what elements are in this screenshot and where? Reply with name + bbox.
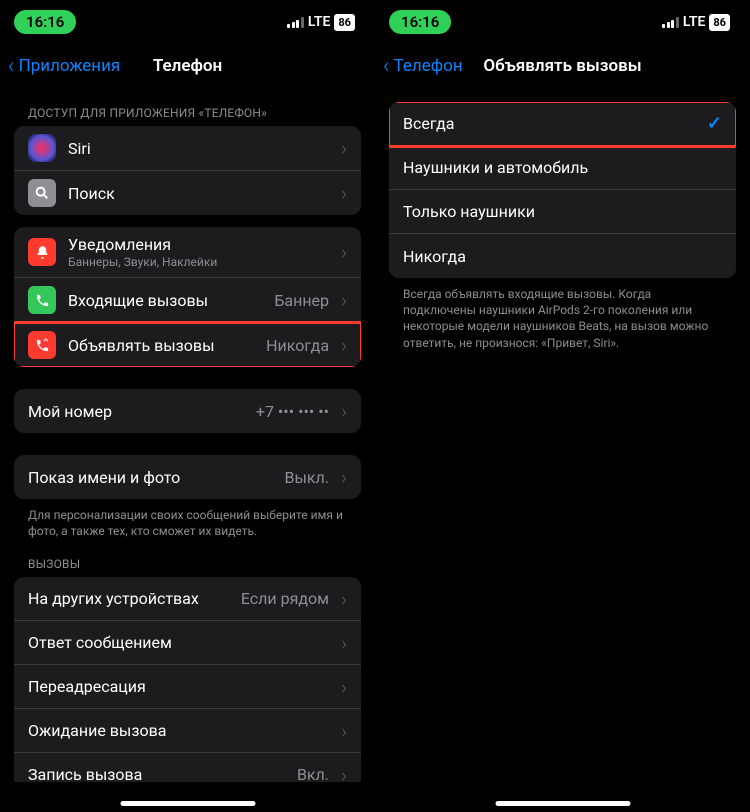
- nav-header: ‹ Телефон Объявлять вызовы: [375, 44, 750, 88]
- group-name-photo: Показ имени и фото Выкл. ›: [14, 455, 361, 499]
- row-label: Только наушники: [403, 202, 722, 221]
- option-headphones-car[interactable]: Наушники и автомобиль: [389, 146, 736, 190]
- status-time: 16:16: [14, 10, 76, 34]
- row-name-photo[interactable]: Показ имени и фото Выкл. ›: [14, 455, 361, 499]
- group-my-number: Мой номер +7 ••• ••• •• ›: [14, 389, 361, 433]
- row-forwarding[interactable]: Переадресация ›: [14, 665, 361, 709]
- row-value: Если рядом: [241, 589, 329, 608]
- row-label: Запись вызова: [28, 765, 285, 782]
- bell-icon: [28, 238, 56, 266]
- chevron-right-icon: ›: [341, 181, 347, 205]
- row-value: Никогда: [266, 336, 329, 355]
- row-label: Переадресация: [28, 677, 329, 696]
- row-label: Siri: [68, 139, 329, 158]
- row-label: Поиск: [68, 184, 329, 203]
- row-sublabel: Баннеры, Звуки, Наклейки: [68, 255, 329, 269]
- row-search[interactable]: Поиск ›: [14, 171, 361, 215]
- phone-incoming-icon: [28, 286, 56, 314]
- chevron-right-icon: ›: [341, 136, 347, 160]
- status-right: LTE 86: [662, 14, 730, 31]
- signal-icon: [287, 17, 304, 28]
- row-label: Мой номер: [28, 402, 244, 421]
- row-value: Баннер: [274, 291, 329, 310]
- home-indicator[interactable]: [120, 801, 255, 806]
- network-label: LTE: [308, 14, 330, 30]
- search-icon: [28, 179, 56, 207]
- section-header-calls: ВЫЗОВЫ: [14, 539, 361, 577]
- chevron-right-icon: ›: [341, 587, 347, 611]
- row-value: Вкл.: [297, 765, 329, 782]
- row-label: Всегда: [403, 114, 695, 133]
- status-time: 16:16: [389, 10, 451, 34]
- back-label: Телефон: [394, 56, 463, 76]
- row-label: Ответ сообщением: [28, 633, 329, 652]
- option-headphones-only[interactable]: Только наушники: [389, 190, 736, 234]
- row-label: Наушники и автомобиль: [403, 158, 722, 177]
- chevron-left-icon: ‹: [8, 54, 15, 79]
- home-indicator[interactable]: [495, 801, 630, 806]
- page-title: Объявлять вызовы: [483, 56, 641, 76]
- row-label: Ожидание вызова: [28, 721, 329, 740]
- row-call-recording[interactable]: Запись вызова Вкл. ›: [14, 753, 361, 782]
- group-notifications: Уведомления Баннеры, Звуки, Наклейки › В…: [14, 227, 361, 367]
- row-announce-calls[interactable]: Объявлять вызовы Никогда ›: [14, 323, 361, 367]
- row-respond-text[interactable]: Ответ сообщением ›: [14, 621, 361, 665]
- checkmark-icon: ✓: [707, 113, 722, 134]
- chevron-right-icon: ›: [341, 399, 347, 423]
- phone-announce-icon: [28, 331, 56, 359]
- chevron-right-icon: ›: [341, 333, 347, 357]
- signal-icon: [662, 17, 679, 28]
- row-my-number[interactable]: Мой номер +7 ••• ••• •• ›: [14, 389, 361, 433]
- row-label: Показ имени и фото: [28, 468, 273, 487]
- row-other-devices[interactable]: На других устройствах Если рядом ›: [14, 577, 361, 621]
- status-right: LTE 86: [287, 14, 355, 31]
- chevron-right-icon: ›: [341, 288, 347, 312]
- row-value: +7 ••• ••• ••: [256, 402, 329, 421]
- chevron-right-icon: ›: [341, 719, 347, 743]
- phone-right: 16:16 LTE 86 ‹ Телефон Объявлять вызовы …: [375, 0, 750, 812]
- status-bar: 16:16 LTE 86: [375, 0, 750, 44]
- chevron-right-icon: ›: [341, 465, 347, 489]
- group-calls: На других устройствах Если рядом › Ответ…: [14, 577, 361, 782]
- row-value: Выкл.: [285, 468, 330, 487]
- back-label: Приложения: [19, 56, 121, 76]
- content-left: ДОСТУП ДЛЯ ПРИЛОЖЕНИЯ «ТЕЛЕФОН» Siri › П…: [0, 88, 375, 782]
- back-button[interactable]: ‹ Телефон: [383, 54, 463, 79]
- network-label: LTE: [683, 14, 705, 30]
- row-siri[interactable]: Siri ›: [14, 126, 361, 171]
- row-label: Никогда: [403, 247, 722, 266]
- nav-header: ‹ Приложения Телефон: [0, 44, 375, 88]
- row-label: Уведомления: [68, 235, 329, 254]
- back-button[interactable]: ‹ Приложения: [8, 54, 120, 79]
- chevron-right-icon: ›: [341, 631, 347, 655]
- row-incoming-calls[interactable]: Входящие вызовы Баннер ›: [14, 278, 361, 323]
- chevron-right-icon: ›: [341, 675, 347, 699]
- group-access: Siri › Поиск ›: [14, 126, 361, 215]
- page-title: Телефон: [153, 56, 222, 76]
- group-announce-options: Всегда ✓ Наушники и автомобиль Только на…: [389, 102, 736, 278]
- chevron-right-icon: ›: [341, 240, 347, 264]
- phone-left: 16:16 LTE 86 ‹ Приложения Телефон ДОСТУП…: [0, 0, 375, 812]
- battery-icon: 86: [334, 14, 355, 31]
- row-label: Объявлять вызовы: [68, 336, 254, 355]
- content-right: Всегда ✓ Наушники и автомобиль Только на…: [375, 88, 750, 782]
- row-call-waiting[interactable]: Ожидание вызова ›: [14, 709, 361, 753]
- status-bar: 16:16 LTE 86: [0, 0, 375, 44]
- note-name-photo: Для персонализации своих сообщений выбер…: [14, 499, 361, 539]
- option-never[interactable]: Никогда: [389, 234, 736, 278]
- chevron-right-icon: ›: [341, 763, 347, 782]
- option-always[interactable]: Всегда ✓: [389, 102, 736, 146]
- note-announce: Всегда объявлять входящие вызовы. Когда …: [389, 278, 736, 351]
- row-label: Входящие вызовы: [68, 291, 262, 310]
- battery-icon: 86: [709, 14, 730, 31]
- section-header-access: ДОСТУП ДЛЯ ПРИЛОЖЕНИЯ «ТЕЛЕФОН»: [14, 88, 361, 126]
- chevron-left-icon: ‹: [383, 54, 390, 79]
- siri-icon: [28, 134, 56, 162]
- row-notifications[interactable]: Уведомления Баннеры, Звуки, Наклейки ›: [14, 227, 361, 278]
- row-label: На других устройствах: [28, 589, 229, 608]
